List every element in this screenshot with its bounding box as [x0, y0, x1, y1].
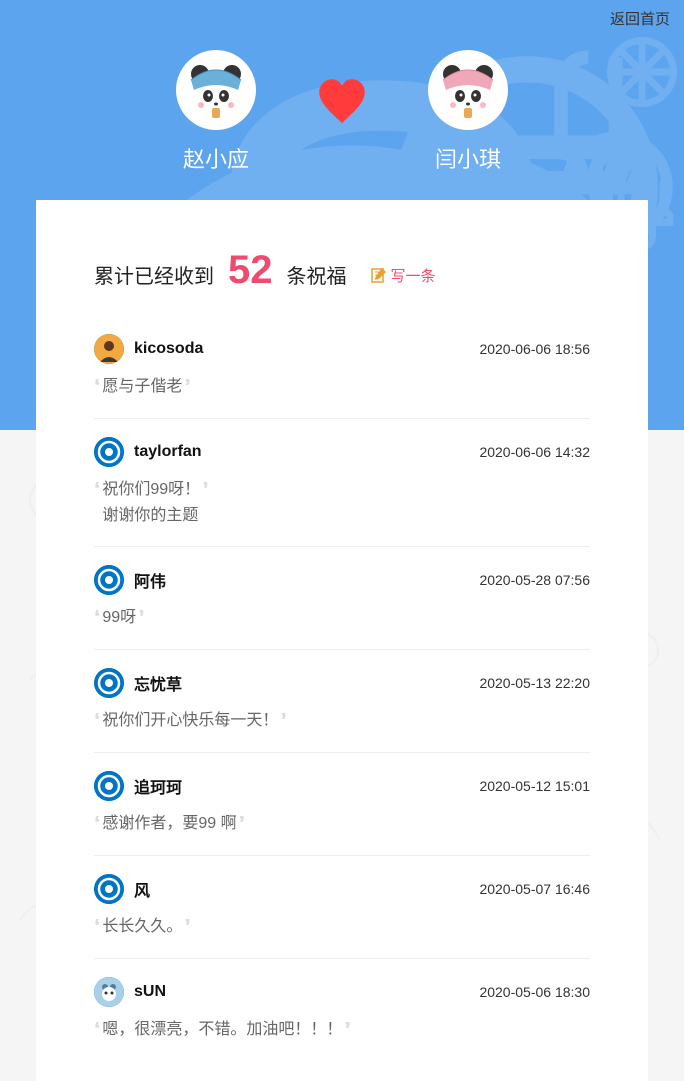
count-suffix: 条祝福 — [287, 260, 347, 289]
comment-body: ‘‘感谢作者，要99 啊’’ — [94, 811, 590, 837]
count-header: 累计已经收到 52 条祝福 写一条 — [94, 250, 590, 290]
commenter-name: 忘忧草 — [134, 671, 479, 695]
quote-close-icon: ’’ — [280, 708, 282, 734]
commenter-name: 阿伟 — [134, 568, 479, 592]
commenter-avatar — [94, 874, 124, 904]
avatar-left — [176, 50, 256, 130]
comment-item: 忘忧草2020-05-13 22:20 ‘‘祝你们开心快乐每一天！’’ — [94, 650, 590, 753]
comment-item: 追珂珂2020-05-12 15:01 ‘‘感谢作者，要99 啊’’ — [94, 753, 590, 856]
comment-text: 长长久久。 — [102, 914, 182, 940]
comment-body: ‘‘嗯，很漂亮，不错。加油吧！！！’’ — [94, 1017, 590, 1043]
comment-body: ‘‘祝你们99呀！ 谢谢你的主题’’ — [94, 477, 590, 528]
comment-time: 2020-06-06 18:56 — [479, 341, 590, 357]
couple-section: 赵小应 — [0, 0, 684, 174]
comment-text: 99呀 — [102, 605, 136, 631]
quote-open-icon: ‘‘ — [94, 374, 96, 400]
quote-close-icon: ’’ — [344, 1017, 346, 1043]
comment-time: 2020-05-13 22:20 — [479, 675, 590, 691]
person-right-name: 闫小琪 — [428, 142, 508, 174]
comment-time: 2020-05-07 16:46 — [479, 881, 590, 897]
quote-open-icon: ‘‘ — [94, 914, 96, 940]
comment-body: ‘‘祝你们开心快乐每一天！’’ — [94, 708, 590, 734]
quote-open-icon: ‘‘ — [94, 811, 96, 837]
comment-item: kicosoda2020-06-06 18:56 ‘‘愿与子偕老’’ — [94, 316, 590, 419]
person-left-name: 赵小应 — [176, 142, 256, 174]
main-card: 累计已经收到 52 条祝福 写一条 kicosoda2020-06-06 18:… — [36, 200, 648, 1081]
quote-close-icon: ’’ — [138, 605, 140, 631]
comment-text: 嗯，很漂亮，不错。加油吧！！！ — [102, 1017, 342, 1043]
comment-text: 祝你们99呀！ 谢谢你的主题 — [102, 477, 200, 528]
comment-text: 愿与子偕老 — [102, 374, 182, 400]
back-home-link[interactable]: 返回首页 — [610, 8, 670, 29]
quote-open-icon: ‘‘ — [94, 1017, 96, 1043]
quote-open-icon: ‘‘ — [94, 708, 96, 734]
count-number: 52 — [228, 250, 273, 290]
commenter-name: sUN — [134, 983, 479, 1001]
comment-item: 阿伟2020-05-28 07:56 ‘‘99呀’’ — [94, 547, 590, 650]
commenter-name: 风 — [134, 877, 479, 901]
comment-time: 2020-05-12 15:01 — [479, 778, 590, 794]
comment-body: ‘‘长长久久。’’ — [94, 914, 590, 940]
comment-item: 风2020-05-07 16:46 ‘‘长长久久。’’ — [94, 856, 590, 959]
quote-open-icon: ‘‘ — [94, 477, 96, 503]
commenter-avatar — [94, 668, 124, 698]
commenter-avatar — [94, 565, 124, 595]
comment-body: ‘‘99呀’’ — [94, 605, 590, 631]
quote-close-icon: ’’ — [184, 374, 186, 400]
write-link[interactable]: 写一条 — [391, 265, 436, 286]
person-right: 闫小琪 — [428, 50, 508, 174]
commenter-avatar — [94, 437, 124, 467]
quote-close-icon: ’’ — [239, 811, 241, 837]
comment-body: ‘‘愿与子偕老’’ — [94, 374, 590, 400]
commenter-avatar — [94, 771, 124, 801]
quote-close-icon: ’’ — [202, 477, 204, 503]
commenter-name: kicosoda — [134, 340, 479, 358]
comment-text: 感谢作者，要99 啊 — [102, 811, 236, 837]
comment-item: taylorfan2020-06-06 14:32 ‘‘祝你们99呀！ 谢谢你的主… — [94, 419, 590, 547]
quote-close-icon: ’’ — [184, 914, 186, 940]
comment-time: 2020-05-28 07:56 — [479, 572, 590, 588]
comment-item: sUN2020-05-06 18:30 ‘‘嗯，很漂亮，不错。加油吧！！！’’ — [94, 959, 590, 1061]
comment-list: kicosoda2020-06-06 18:56‘‘愿与子偕老’’taylorf… — [94, 316, 590, 1061]
comment-time: 2020-05-06 18:30 — [479, 984, 590, 1000]
comment-time: 2020-06-06 14:32 — [479, 444, 590, 460]
commenter-name: taylorfan — [134, 443, 479, 461]
quote-open-icon: ‘‘ — [94, 605, 96, 631]
avatar-right — [428, 50, 508, 130]
commenter-name: 追珂珂 — [134, 774, 479, 798]
heart-icon — [316, 76, 368, 128]
count-prefix: 累计已经收到 — [94, 260, 214, 289]
commenter-avatar — [94, 334, 124, 364]
write-icon — [371, 267, 387, 283]
commenter-avatar — [94, 977, 124, 1007]
person-left: 赵小应 — [176, 50, 256, 174]
comment-text: 祝你们开心快乐每一天！ — [102, 708, 278, 734]
